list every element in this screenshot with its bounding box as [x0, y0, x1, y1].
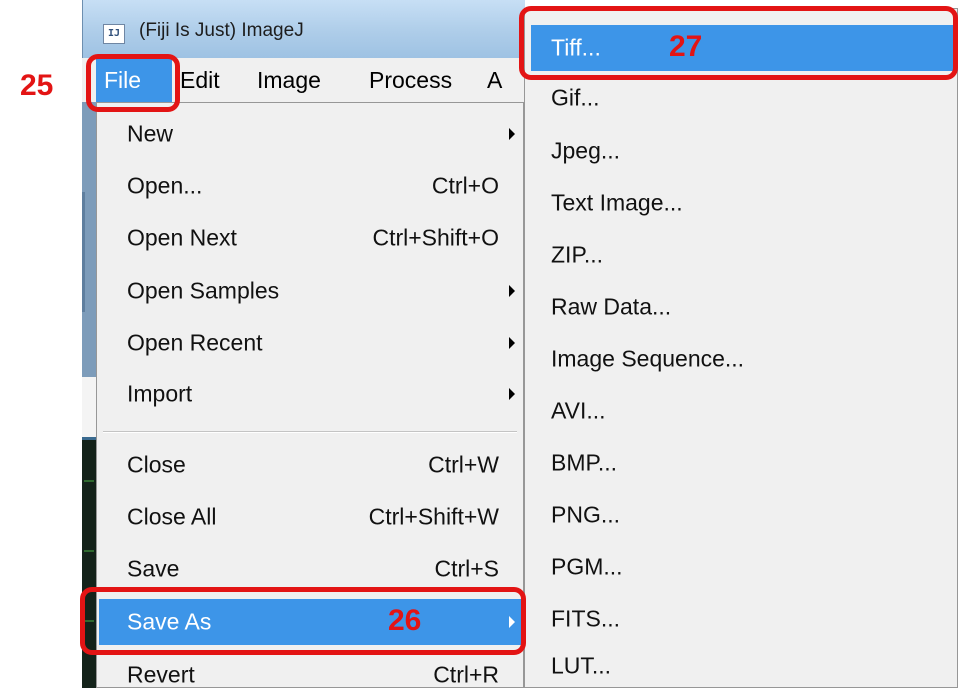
save-as-zip[interactable]: ZIP... — [525, 232, 957, 278]
file-menu-close[interactable]: Close Ctrl+W — [97, 442, 523, 488]
menu-item-label: PGM... — [551, 553, 623, 580]
menu-a-truncated[interactable]: A — [487, 58, 502, 102]
save-as-lut[interactable]: LUT... — [525, 643, 957, 689]
menu-item-label: Close — [127, 451, 186, 478]
save-as-pgm[interactable]: PGM... — [525, 544, 957, 590]
menu-item-label: LUT... — [551, 652, 612, 679]
save-as-image-sequence[interactable]: Image Sequence... — [525, 336, 957, 382]
file-menu-open[interactable]: Open... Ctrl+O — [97, 163, 523, 209]
file-menu-open-next[interactable]: Open Next Ctrl+Shift+O — [97, 215, 523, 261]
submenu-arrow-icon — [509, 388, 515, 400]
save-as-text-image[interactable]: Text Image... — [525, 180, 957, 226]
menu-item-shortcut: Ctrl+O — [431, 172, 499, 199]
menu-item-label: Import — [127, 380, 193, 407]
menu-image[interactable]: Image — [257, 58, 321, 102]
submenu-arrow-icon — [509, 337, 515, 349]
file-menu-open-samples[interactable]: Open Samples — [97, 268, 523, 314]
save-as-avi[interactable]: AVI... — [525, 388, 957, 434]
menu-item-label: AVI... — [551, 397, 606, 424]
save-as-bmp[interactable]: BMP... — [525, 440, 957, 486]
window-title: (Fiji Is Just) ImageJ — [139, 20, 304, 41]
menu-item-label: Revert — [127, 661, 195, 688]
annotation-box-file — [86, 54, 180, 112]
menu-item-label: Open... — [127, 172, 203, 199]
menu-item-shortcut: Ctrl+W — [428, 451, 499, 478]
menu-item-label: PNG... — [551, 501, 621, 528]
save-as-submenu: Tiff... Gif... Jpeg... Text Image... ZIP… — [524, 8, 958, 688]
file-menu-new[interactable]: New — [97, 111, 523, 157]
file-menu-open-recent[interactable]: Open Recent — [97, 320, 523, 366]
menu-item-shortcut: Ctrl+Shift+O — [372, 224, 499, 251]
menu-item-label: FITS... — [551, 605, 620, 632]
file-menu-revert[interactable]: Revert Ctrl+R — [97, 652, 523, 698]
menu-item-shortcut: Ctrl+S — [434, 555, 499, 582]
annotation-box-tiff — [519, 6, 958, 80]
menu-item-label: Open Samples — [127, 277, 280, 304]
menu-item-label: Image Sequence... — [551, 345, 745, 372]
save-as-png[interactable]: PNG... — [525, 492, 957, 538]
annotation-box-save-as — [80, 587, 526, 655]
file-menu-save[interactable]: Save Ctrl+S — [97, 546, 523, 592]
save-as-fits[interactable]: FITS... — [525, 596, 957, 642]
menu-item-shortcut: Ctrl+R — [433, 661, 499, 688]
save-as-jpeg[interactable]: Jpeg... — [525, 128, 957, 174]
menu-separator — [103, 431, 517, 433]
menu-edit[interactable]: Edit — [180, 58, 220, 102]
save-as-gif[interactable]: Gif... — [525, 75, 957, 121]
menu-item-label: Open Recent — [127, 329, 263, 356]
file-menu-import[interactable]: Import — [97, 371, 523, 417]
menu-item-shortcut: Ctrl+Shift+W — [368, 503, 499, 530]
menu-process[interactable]: Process — [369, 58, 452, 102]
menu-item-label: Gif... — [551, 84, 600, 111]
menu-item-label: Open Next — [127, 224, 237, 251]
annotation-number: 25 — [20, 69, 54, 102]
menu-item-label: Raw Data... — [551, 293, 672, 320]
menu-item-label: Text Image... — [551, 189, 683, 216]
file-menu-close-all[interactable]: Close All Ctrl+Shift+W — [97, 494, 523, 540]
menu-item-label: BMP... — [551, 449, 618, 476]
imagej-app-icon[interactable]: IJ — [103, 24, 125, 44]
submenu-arrow-icon — [509, 285, 515, 297]
annotation-number: 27 — [669, 30, 703, 63]
menu-item-label: Save — [127, 555, 180, 582]
submenu-arrow-icon — [509, 128, 515, 140]
menu-item-label: Jpeg... — [551, 137, 621, 164]
annotation-number: 26 — [388, 604, 422, 637]
save-as-raw-data[interactable]: Raw Data... — [525, 284, 957, 330]
menu-item-label: ZIP... — [551, 241, 603, 268]
menu-item-label: Close All — [127, 503, 217, 530]
menu-item-label: New — [127, 120, 174, 147]
window-titlebar: IJ (Fiji Is Just) ImageJ — [82, 0, 525, 58]
